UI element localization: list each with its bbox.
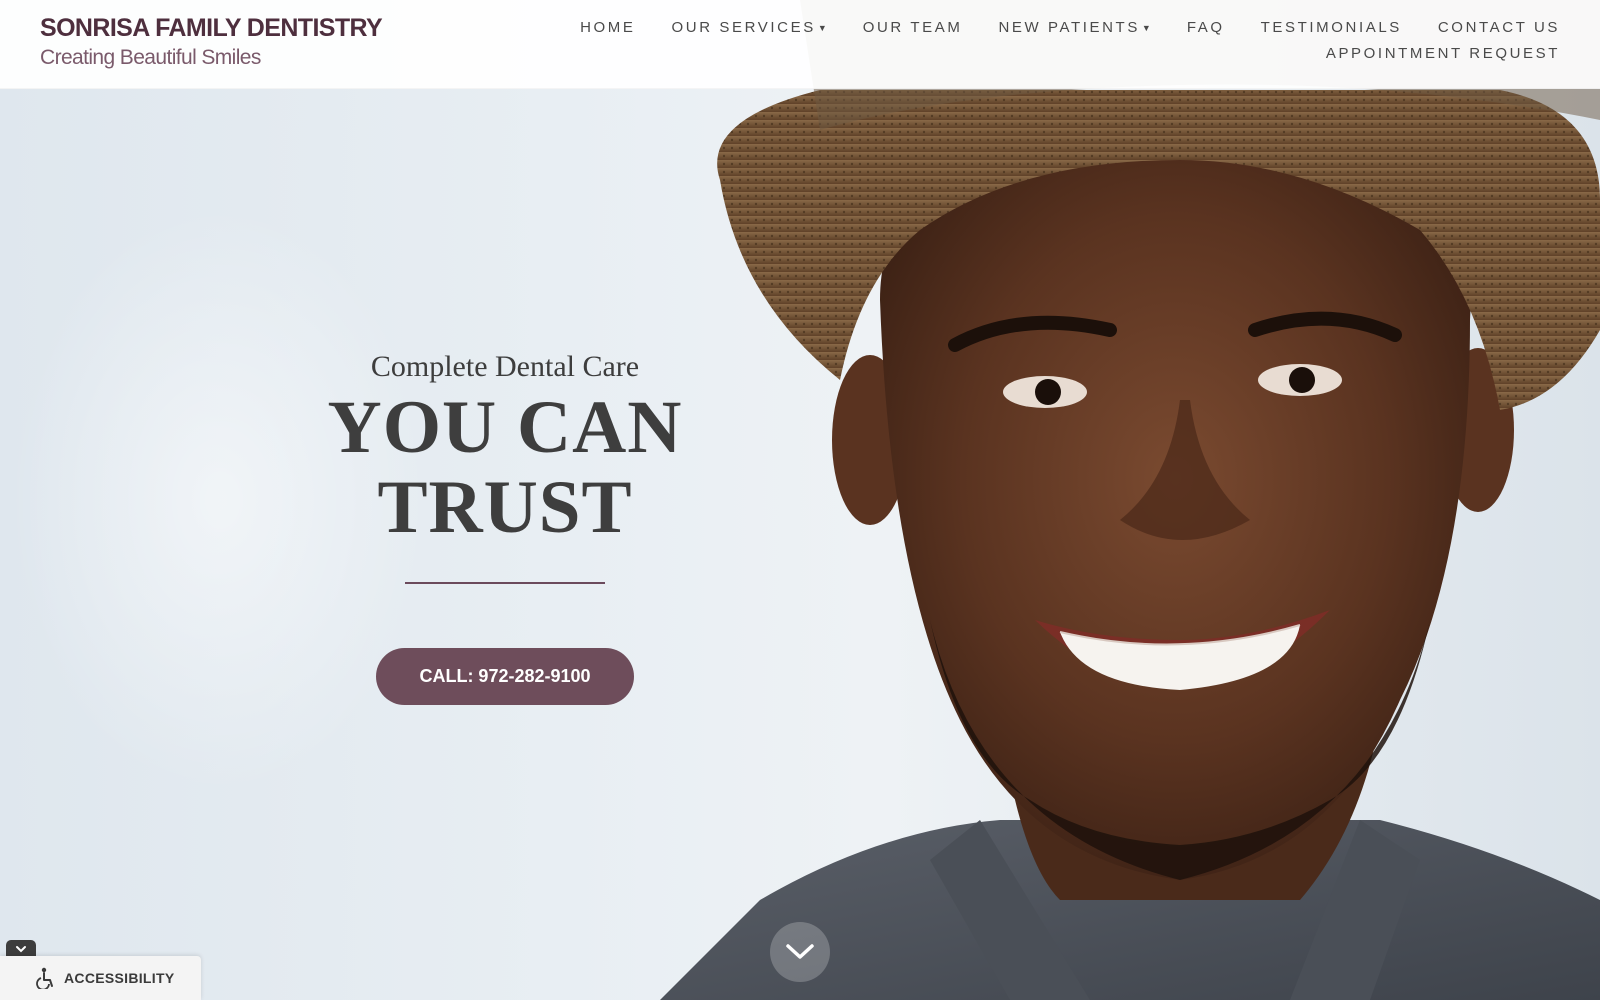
chevron-down-icon <box>786 944 814 959</box>
scroll-down-button[interactable] <box>770 922 830 982</box>
hero-section <box>0 0 1600 1000</box>
hero-eyebrow: Complete Dental Care <box>370 350 640 383</box>
nav-item-label: CONTACT US <box>1437 19 1560 36</box>
hero-headline-line2: TRUST <box>377 466 633 549</box>
nav-item-contact-us[interactable]: CONTACT US <box>1438 19 1560 36</box>
nav-item-label: OUR TEAM <box>862 19 963 36</box>
caret-down-icon: ▼ <box>1141 22 1151 33</box>
nav-item-our-team[interactable]: OUR TEAM <box>863 19 963 36</box>
brand[interactable]: SONRISA FAMILY DENTISTRY Creating Beauti… <box>40 14 383 70</box>
wheelchair-icon <box>36 967 53 989</box>
nav-item-label: OUR SERVICES <box>671 19 816 36</box>
hero-photo-smiling-man <box>660 0 1600 1000</box>
chevron-down-icon <box>16 946 26 953</box>
hero-headline: YOU CAN TRUST <box>300 388 710 548</box>
nav-item-label: APPOINTMENT REQUEST <box>1325 45 1560 62</box>
site-header: SONRISA FAMILY DENTISTRY Creating Beauti… <box>0 0 1600 89</box>
hero-content: Complete Dental Care YOU CAN TRUST CALL:… <box>300 350 710 705</box>
nav-item-label: FAQ <box>1186 19 1225 36</box>
hero-divider <box>405 582 605 584</box>
brand-name[interactable]: SONRISA FAMILY DENTISTRY <box>40 14 383 43</box>
nav-row-primary: HOME OUR SERVICES ▼ OUR TEAM NEW PATIENTS… <box>560 19 1560 36</box>
nav-item-home[interactable]: HOME <box>580 19 635 36</box>
call-button[interactable]: CALL: 972-282-9100 <box>376 648 634 705</box>
nav-item-faq[interactable]: FAQ <box>1187 19 1225 36</box>
nav-item-label: NEW PATIENTS <box>998 19 1140 36</box>
nav-item-label: HOME <box>580 19 636 36</box>
accessibility-button[interactable]: ACCESSIBILITY <box>0 956 201 1000</box>
main-nav: HOME OUR SERVICES ▼ OUR TEAM NEW PATIENTS… <box>560 19 1560 62</box>
accessibility-label: ACCESSIBILITY <box>64 970 175 986</box>
nav-item-label: TESTIMONIALS <box>1260 19 1402 36</box>
nav-item-new-patients[interactable]: NEW PATIENTS ▼ <box>998 19 1150 36</box>
nav-row-secondary: APPOINTMENT REQUEST <box>560 45 1560 62</box>
hero-headline-line1: YOU CAN <box>327 386 683 469</box>
brand-tagline: Creating Beautiful Smiles <box>40 46 261 69</box>
nav-item-appointment-request[interactable]: APPOINTMENT REQUEST <box>1326 45 1560 62</box>
nav-item-our-services[interactable]: OUR SERVICES ▼ <box>672 19 827 36</box>
nav-item-testimonials[interactable]: TESTIMONIALS <box>1261 19 1402 36</box>
caret-down-icon: ▼ <box>817 22 827 33</box>
